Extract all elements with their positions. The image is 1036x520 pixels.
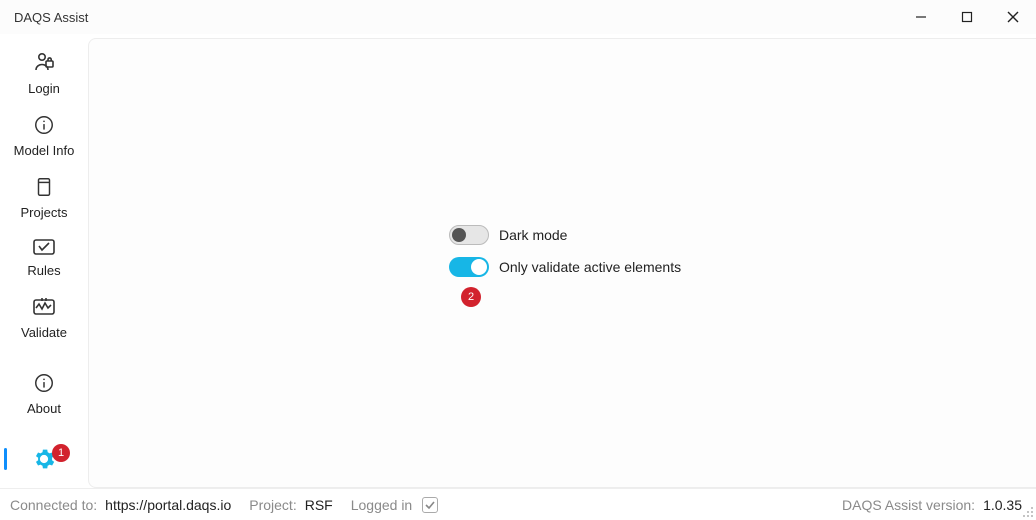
sidebar-item-label: Projects [21,205,68,220]
dark-mode-label: Dark mode [499,227,567,243]
settings-panel: Dark mode Only validate active elements … [88,38,1036,488]
titlebar: DAQS Assist [0,0,1036,34]
status-loggedin-label: Logged in [351,497,413,513]
status-connected-label: Connected to: [10,497,97,513]
sidebar-item-about[interactable]: About [0,364,88,426]
dark-mode-toggle[interactable] [449,225,489,245]
status-version-label: DAQS Assist version: [842,497,975,513]
info-icon [33,114,55,139]
sidebar: Login Model Info [0,34,88,488]
resize-grip-icon[interactable] [1022,506,1034,518]
sidebar-item-label: Login [28,81,60,96]
status-loggedin-checkbox [422,497,438,513]
sidebar-item-model-info[interactable]: Model Info [0,106,88,168]
only-validate-active-label: Only validate active elements [499,259,681,275]
settings-badge: 1 [52,444,70,462]
status-project-label: Project: [249,497,296,513]
window-close-button[interactable] [990,0,1036,34]
statusbar: Connected to: https://portal.daqs.io Pro… [0,488,1036,520]
callout-badge: 2 [461,287,481,307]
status-connected-value: https://portal.daqs.io [105,497,231,513]
sidebar-item-rules[interactable]: Rules [0,230,88,288]
status-version-value: 1.0.35 [983,497,1022,513]
sidebar-item-validate[interactable]: Validate [0,288,88,350]
sidebar-item-projects[interactable]: Projects [0,168,88,230]
status-project-value: RSF [305,497,333,513]
rules-icon [32,238,56,259]
sidebar-item-label: Rules [27,263,60,278]
validate-icon [31,296,57,321]
sidebar-item-label: Model Info [14,143,75,158]
sidebar-item-login[interactable]: Login [0,42,88,106]
only-validate-active-toggle[interactable] [449,257,489,277]
login-icon [32,50,56,77]
window-maximize-button[interactable] [944,0,990,34]
sidebar-item-label: Validate [21,325,67,340]
info-icon [33,372,55,397]
window-title: DAQS Assist [14,10,88,25]
sidebar-item-settings[interactable]: 1 [0,432,88,488]
projects-icon [33,176,55,201]
active-tab-indicator [4,448,7,470]
sidebar-item-label: About [27,401,61,416]
window-minimize-button[interactable] [898,0,944,34]
